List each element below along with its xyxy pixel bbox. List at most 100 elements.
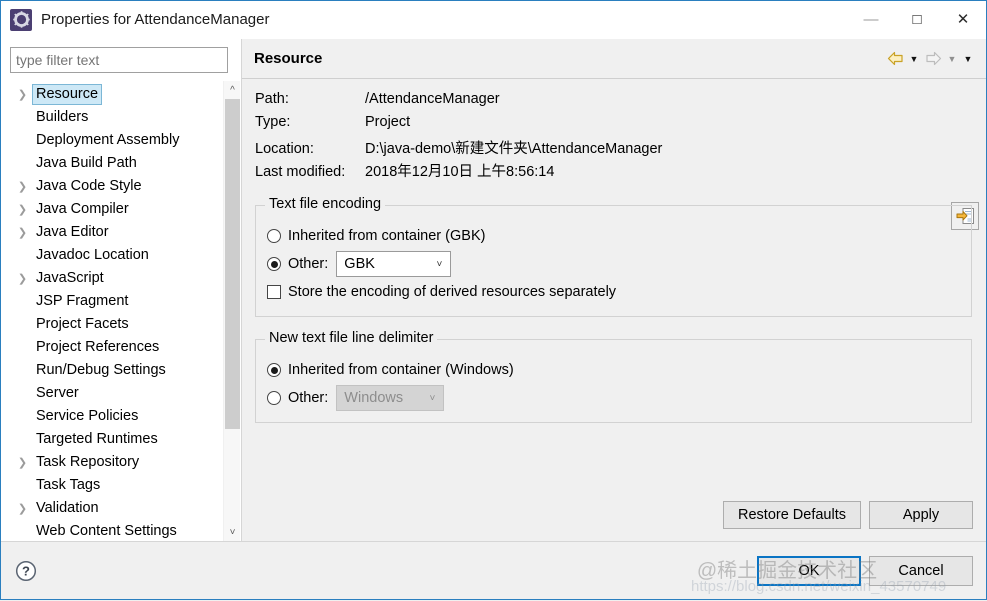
sidebar-item-label: Targeted Runtimes xyxy=(36,431,158,447)
sidebar-item-label: Builders xyxy=(36,109,89,125)
scrollbar-thumb[interactable] xyxy=(225,99,240,429)
footer-buttons: OK Cancel xyxy=(757,555,973,586)
property-row-type: Type: Project xyxy=(255,114,972,137)
encoding-inherited-label: Inherited from container (GBK) xyxy=(288,228,486,244)
chevron-right-icon[interactable]: ❯ xyxy=(13,456,32,469)
sidebar-item-resource[interactable]: ❯ Resource xyxy=(10,83,223,106)
delimiter-inherited-radio[interactable] xyxy=(267,363,281,377)
sidebar-item-label: Project Facets xyxy=(36,316,129,332)
sidebar-item-project-references[interactable]: Project References xyxy=(10,336,223,359)
chevron-right-icon[interactable]: ❯ xyxy=(13,502,32,515)
sidebar-item-jsp-fragment[interactable]: JSP Fragment xyxy=(10,290,223,313)
sidebar-item-web-content-settings[interactable]: Web Content Settings xyxy=(10,520,223,541)
sidebar-item-label: Service Policies xyxy=(36,408,139,424)
sidebar-item-label: JSP Fragment xyxy=(36,293,129,309)
chevron-right-icon[interactable]: ❯ xyxy=(13,180,32,193)
view-menu-chevron-down-icon[interactable]: ▼ xyxy=(960,46,976,72)
delimiter-combo: Windows ˅ xyxy=(336,385,445,411)
store-encoding-checkbox[interactable] xyxy=(267,285,281,299)
dialog-body: ❯ResourceBuildersDeployment AssemblyJava… xyxy=(1,39,986,541)
sidebar-item-java-code-style[interactable]: ❯ Java Code Style xyxy=(10,175,223,198)
minimize-button[interactable]: — xyxy=(848,1,894,38)
property-label: Path: xyxy=(255,91,289,107)
sidebar-item-validation[interactable]: ❯ Validation xyxy=(10,497,223,520)
window-title: Properties for AttendanceManager xyxy=(41,11,270,28)
close-button[interactable]: ✕ xyxy=(940,1,986,38)
sidebar-item-project-facets[interactable]: Project Facets xyxy=(10,313,223,336)
store-encoding-label: Store the encoding of derived resources … xyxy=(288,284,617,300)
delimiter-inherited-label: Inherited from container (Windows) xyxy=(288,362,514,378)
chevron-down-icon: ˅ xyxy=(429,392,436,404)
resource-page: Resource ▼ ▼ ▼ Path: /AttendanceManager … xyxy=(241,39,986,541)
scroll-up-icon[interactable]: ^ xyxy=(224,81,241,99)
page-header: Resource ▼ ▼ ▼ xyxy=(242,39,986,79)
encoding-inherited-radio[interactable] xyxy=(267,229,281,243)
page-action-buttons: Restore Defaults Apply xyxy=(723,501,973,529)
restore-defaults-button[interactable]: Restore Defaults xyxy=(723,501,861,529)
encoding-other-radio[interactable] xyxy=(267,257,281,271)
sidebar-item-server[interactable]: Server xyxy=(10,382,223,405)
sidebar-item-label: Task Tags xyxy=(36,477,101,493)
cancel-button[interactable]: Cancel xyxy=(869,555,973,586)
scroll-down-icon[interactable]: ˅ xyxy=(224,523,241,541)
filter-input[interactable] xyxy=(10,47,228,73)
sidebar-item-targeted-runtimes[interactable]: Targeted Runtimes xyxy=(10,428,223,451)
sidebar-item-run-debug-settings[interactable]: Run/Debug Settings xyxy=(10,359,223,382)
sidebar-item-javadoc-location[interactable]: Javadoc Location xyxy=(10,244,223,267)
chevron-right-icon[interactable]: ❯ xyxy=(13,272,32,285)
sidebar-item-builders[interactable]: Builders xyxy=(10,106,223,129)
store-encoding-checkbox-row[interactable]: Store the encoding of derived resources … xyxy=(267,278,961,306)
delimiter-other-radio[interactable] xyxy=(267,391,281,405)
eclipse-gear-icon xyxy=(10,8,32,31)
apply-button[interactable]: Apply xyxy=(869,501,973,529)
encoding-inherited-radio-row[interactable]: Inherited from container (GBK) xyxy=(267,222,961,250)
settings-tree: ❯ Resource Builders Deployment Assembly Java… xyxy=(10,81,223,541)
ok-button[interactable]: OK xyxy=(757,555,861,586)
chevron-right-icon[interactable]: ❯ xyxy=(13,203,32,216)
encoding-combo-value: GBK xyxy=(344,256,375,272)
sidebar: ❯ResourceBuildersDeployment AssemblyJava… xyxy=(1,39,241,541)
property-label: Location: xyxy=(255,141,314,157)
property-row-location: Location: D:\java-demo\新建文件夹\AttendanceM… xyxy=(255,137,972,160)
sidebar-item-label: Web Content Settings xyxy=(36,523,177,539)
sidebar-item-deployment-assembly[interactable]: Deployment Assembly xyxy=(10,129,223,152)
delimiter-other-radio-row[interactable]: Other: Windows ˅ xyxy=(267,384,961,412)
maximize-icon: □ xyxy=(912,11,922,28)
chevron-right-icon[interactable]: ❯ xyxy=(13,88,32,101)
properties-dialog: Properties for AttendanceManager — □ ✕ ❯… xyxy=(0,0,987,600)
chevron-down-icon: ˅ xyxy=(436,258,443,270)
sidebar-scrollbar[interactable]: ^ ˅ xyxy=(223,81,240,541)
sidebar-item-label: Task Repository xyxy=(36,454,140,470)
property-value: 2018年12月10日 上午8:56:14 xyxy=(365,164,555,180)
back-arrow-icon[interactable] xyxy=(884,46,906,72)
sidebar-item-label: Resource xyxy=(32,84,103,105)
property-row-path: Path: /AttendanceManager xyxy=(255,91,972,114)
delimiter-combo-value: Windows xyxy=(344,390,404,406)
sidebar-item-javascript[interactable]: ❯ JavaScript xyxy=(10,267,223,290)
sidebar-item-label: Java Code Style xyxy=(36,178,142,194)
delimiter-other-label: Other: xyxy=(288,390,329,406)
sidebar-item-task-tags[interactable]: Task Tags xyxy=(10,474,223,497)
sidebar-item-task-repository[interactable]: ❯ Task Repository xyxy=(10,451,223,474)
dialog-footer: ? OK Cancel xyxy=(1,541,986,599)
sidebar-item-service-policies[interactable]: Service Policies xyxy=(10,405,223,428)
minimize-icon: — xyxy=(863,11,879,28)
chevron-right-icon[interactable]: ❯ xyxy=(13,226,32,239)
text-file-encoding-group: Text file encoding Inherited from contai… xyxy=(255,196,972,317)
property-value: Project xyxy=(365,114,411,130)
help-question-icon[interactable]: ? xyxy=(15,560,37,582)
delimiter-inherited-radio-row[interactable]: Inherited from container (Windows) xyxy=(267,356,961,384)
sidebar-item-label: Project References xyxy=(36,339,160,355)
sidebar-item-java-compiler[interactable]: ❯ Java Compiler xyxy=(10,198,223,221)
sidebar-item-java-editor[interactable]: ❯ Java Editor xyxy=(10,221,223,244)
page-content: Path: /AttendanceManager Type: Project L… xyxy=(242,79,986,541)
sidebar-item-java-build-path[interactable]: Java Build Path xyxy=(10,152,223,175)
encoding-combo[interactable]: GBK ˅ xyxy=(336,251,452,277)
sidebar-item-label: Java Editor xyxy=(36,224,109,240)
sidebar-item-label: Javadoc Location xyxy=(36,247,149,263)
encoding-other-radio-row[interactable]: Other: GBK ˅ xyxy=(267,250,961,278)
sidebar-item-label: Server xyxy=(36,385,79,401)
maximize-button[interactable]: □ xyxy=(894,1,940,38)
svg-text:?: ? xyxy=(22,563,30,578)
back-menu-chevron-down-icon[interactable]: ▼ xyxy=(906,46,922,72)
